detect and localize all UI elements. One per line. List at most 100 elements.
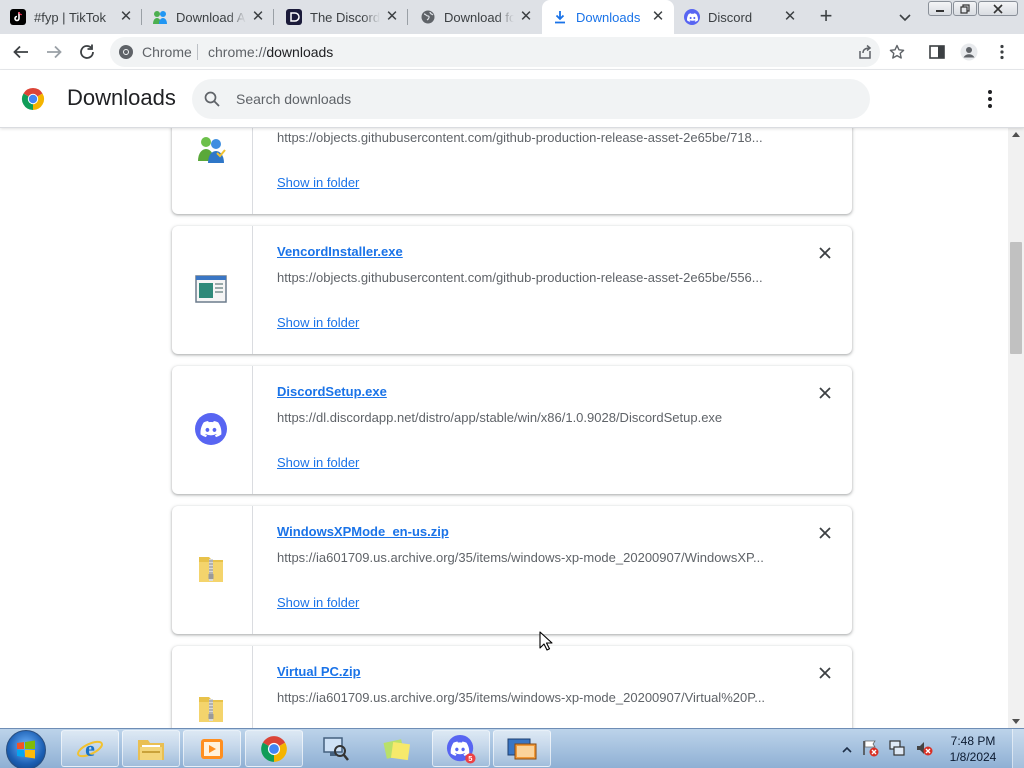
restore-button[interactable] (953, 1, 977, 16)
tab-separator (407, 9, 408, 25)
file-name-link[interactable]: VencordInstaller.exe (277, 244, 403, 259)
internet-explorer-icon: e (77, 736, 103, 761)
search-downloads-box[interactable] (192, 79, 870, 119)
network-status-icon[interactable] (888, 739, 906, 762)
close-icon[interactable]: ✕ (118, 9, 134, 25)
icon-column (172, 506, 253, 634)
show-in-folder-link[interactable]: Show in folder (277, 595, 359, 610)
clock-time: 7:48 PM (950, 734, 996, 748)
download-icon (552, 9, 568, 25)
new-tab-button[interactable]: + (815, 5, 837, 28)
download-url: https://objects.githubusercontent.com/gi… (277, 270, 763, 285)
show-in-folder-link[interactable]: Show in folder (277, 315, 359, 330)
icon-column (172, 226, 253, 354)
icon-column (172, 366, 253, 494)
tab-the-discord[interactable]: The Discord ✕ (286, 0, 408, 34)
vertical-scrollbar[interactable] (1008, 128, 1024, 728)
scrollbar-thumb[interactable] (1010, 242, 1022, 354)
taskbar-file-explorer[interactable] (122, 730, 180, 767)
taskbar-internet-explorer[interactable]: e (61, 730, 119, 767)
taskbar-sticky-notes[interactable] (368, 730, 426, 767)
volume-muted-icon[interactable] (915, 739, 933, 762)
show-desktop-button[interactable] (1012, 729, 1024, 768)
media-player-icon (201, 738, 223, 759)
tab-discord[interactable]: Discord ✕ (684, 0, 806, 34)
tiktok-icon (10, 9, 26, 25)
system-clock[interactable]: 7:48 PM 1/8/2024 (940, 733, 1006, 765)
close-icon[interactable]: ✕ (650, 9, 666, 25)
taskbar-network-scanner[interactable] (306, 730, 364, 767)
browser-toolbar: Chrome chrome://downloads (0, 34, 1024, 70)
download-item: https://objects.githubusercontent.com/gi… (172, 128, 852, 214)
tab-download-for[interactable]: Download for ✕ (420, 0, 542, 34)
start-button[interactable] (6, 730, 46, 768)
remove-close-icon[interactable] (816, 384, 834, 402)
system-tray (842, 739, 933, 762)
back-button[interactable] (10, 41, 32, 63)
show-hidden-icons-chevron-icon[interactable] (842, 742, 852, 760)
remove-close-icon[interactable] (816, 524, 834, 542)
close-icon[interactable]: ✕ (782, 9, 798, 25)
reload-button[interactable] (76, 41, 98, 63)
tab-separator (141, 9, 142, 25)
taskbar-discord[interactable]: 5 (432, 730, 490, 767)
browser-menu-icon[interactable] (993, 43, 1011, 61)
file-name-link[interactable]: Virtual PC.zip (277, 664, 361, 679)
tab-tiktok[interactable]: #fyp | TikTok ✕ (10, 0, 142, 34)
discord-icon: 5 (446, 734, 476, 764)
icon-column (172, 128, 253, 214)
profile-avatar-icon[interactable] (960, 43, 978, 61)
taskbar-remote-desktop[interactable] (493, 730, 551, 767)
taskbar-media-player[interactable] (183, 730, 241, 767)
tab-separator (273, 9, 274, 25)
side-panel-icon[interactable] (928, 43, 946, 61)
chrome-site-icon[interactable] (118, 44, 134, 60)
url-text[interactable]: chrome://downloads (208, 44, 333, 60)
file-name-link[interactable]: DiscordSetup.exe (277, 384, 387, 399)
search-input[interactable] (236, 89, 836, 109)
zip-folder-icon (194, 552, 228, 586)
clock-date: 1/8/2024 (949, 750, 997, 764)
discord-icon (684, 9, 700, 25)
tab-download-aero[interactable]: Download Aero ✕ (152, 0, 274, 34)
url-host: downloads (266, 44, 334, 60)
download-url: https://ia601709.us.archive.org/35/items… (277, 550, 764, 565)
close-icon[interactable]: ✕ (518, 9, 534, 25)
forward-button[interactable] (43, 41, 65, 63)
close-icon[interactable]: ✕ (250, 9, 266, 25)
show-in-folder-link[interactable]: Show in folder (277, 455, 359, 470)
tab-strip: #fyp | TikTok ✕ Download Aero ✕ The Disc… (0, 0, 1024, 34)
file-name-link[interactable]: WindowsXPMode_en-us.zip (277, 524, 449, 539)
minimize-button[interactable] (928, 1, 952, 16)
site-chip-label: Chrome (142, 44, 192, 60)
remove-close-icon[interactable] (816, 664, 834, 682)
remove-close-icon[interactable] (816, 244, 834, 262)
windows-logo-icon (17, 740, 35, 759)
download-url: https://objects.githubusercontent.com/gi… (277, 130, 763, 145)
url-scheme: chrome:// (208, 44, 267, 60)
bookmark-star-icon[interactable] (889, 44, 905, 60)
window-controls (928, 1, 1019, 16)
msn-messenger-icon (194, 132, 228, 166)
sticky-notes-icon (383, 738, 411, 760)
taskbar-chrome[interactable] (245, 730, 303, 767)
downloads-list[interactable]: https://objects.githubusercontent.com/gi… (0, 128, 1008, 728)
chrome-logo-icon (21, 87, 45, 111)
svg-text:e: e (85, 736, 95, 761)
tab-search-chevron-icon[interactable] (896, 8, 914, 26)
downloads-menu-icon[interactable] (980, 89, 1000, 109)
close-icon[interactable]: ✕ (384, 9, 400, 25)
address-bar[interactable]: Chrome chrome://downloads (110, 37, 905, 67)
scroll-down-arrow-icon[interactable] (1012, 719, 1020, 724)
download-item: VencordInstaller.exe https://objects.git… (172, 226, 852, 354)
window-close-button[interactable] (978, 1, 1018, 16)
downloads-header: Downloads (0, 70, 1024, 128)
tab-downloads[interactable]: Downloads ✕ (542, 0, 674, 34)
action-center-flag-icon[interactable] (861, 739, 879, 762)
download-url: https://ia601709.us.archive.org/35/items… (277, 690, 766, 705)
scroll-up-arrow-icon[interactable] (1012, 132, 1020, 137)
download-item: DiscordSetup.exe https://dl.discordapp.n… (172, 366, 852, 494)
download-url: https://dl.discordapp.net/distro/app/sta… (277, 410, 723, 425)
show-in-folder-link[interactable]: Show in folder (277, 175, 359, 190)
share-icon[interactable] (857, 44, 873, 60)
